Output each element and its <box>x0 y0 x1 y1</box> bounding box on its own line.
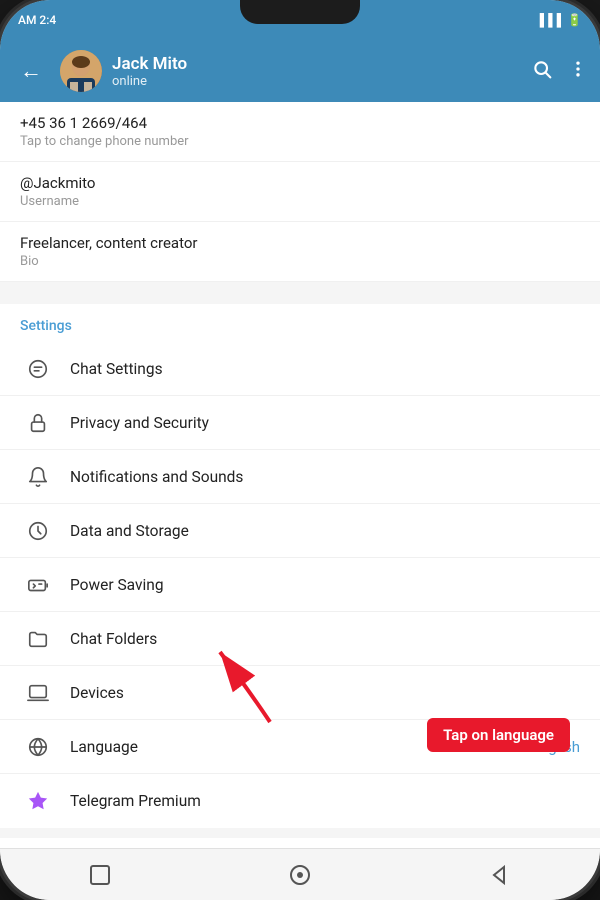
back-button[interactable]: ← <box>12 54 50 88</box>
privacy-security-item[interactable]: Privacy and Security <box>0 396 600 450</box>
home-button[interactable] <box>284 859 316 891</box>
phone-value: +45 36 1 2669/464 <box>20 114 580 132</box>
data-storage-label: Data and Storage <box>70 522 580 540</box>
chat-folders-label: Chat Folders <box>70 630 580 648</box>
header-username: Jack Mito <box>112 54 522 74</box>
privacy-security-label: Privacy and Security <box>70 414 580 432</box>
search-button[interactable] <box>532 59 552 84</box>
chat-icon <box>20 351 56 387</box>
phone-screen: AM 2:4 ▐▐▐ 🔋 ← <box>0 0 600 900</box>
notifications-sounds-label: Notifications and Sounds <box>70 468 580 486</box>
header-status: online <box>112 74 522 89</box>
header-actions <box>532 59 588 84</box>
chat-settings-label: Chat Settings <box>70 360 580 378</box>
square-button[interactable] <box>84 859 116 891</box>
avatar-image <box>60 50 102 92</box>
header-info: Jack Mito online <box>112 54 522 89</box>
username-row: @Jackmito Username <box>0 162 600 222</box>
status-right: ▐▐▐ 🔋 <box>536 13 582 27</box>
clock-icon <box>20 513 56 549</box>
content: +45 36 1 2669/464 Tap to change phone nu… <box>0 102 600 848</box>
username-label: Username <box>20 194 580 209</box>
bell-icon <box>20 459 56 495</box>
divider-2 <box>0 828 600 838</box>
power-saving-item[interactable]: Power Saving <box>0 558 600 612</box>
power-saving-label: Power Saving <box>70 576 580 594</box>
more-button[interactable] <box>568 59 588 84</box>
back-button-nav[interactable] <box>484 859 516 891</box>
phone-row: +45 36 1 2669/464 Tap to change phone nu… <box>0 102 600 162</box>
globe-icon <box>20 729 56 765</box>
lock-icon <box>20 405 56 441</box>
avatar <box>60 50 102 92</box>
help-section: Help Ask a Question <box>0 838 600 848</box>
battery-save-icon <box>20 567 56 603</box>
bio-value: Freelancer, content creator <box>20 234 580 252</box>
chat-folders-item[interactable]: Chat Folders <box>0 612 600 666</box>
laptop-icon <box>20 675 56 711</box>
battery-icon-status: 🔋 <box>567 13 582 27</box>
bio-row: Freelancer, content creator Bio <box>0 222 600 282</box>
chat-settings-item[interactable]: Chat Settings <box>0 342 600 396</box>
divider-1 <box>0 282 600 292</box>
status-bar: AM 2:4 ▐▐▐ 🔋 <box>0 0 600 40</box>
data-storage-item[interactable]: Data and Storage <box>0 504 600 558</box>
profile-section: +45 36 1 2669/464 Tap to change phone nu… <box>0 102 600 282</box>
devices-item[interactable]: Devices <box>0 666 600 720</box>
telegram-premium-item[interactable]: Telegram Premium <box>0 774 600 828</box>
notch <box>240 0 360 24</box>
language-label: Language <box>70 738 531 756</box>
devices-label: Devices <box>70 684 580 702</box>
notifications-sounds-item[interactable]: Notifications and Sounds <box>0 450 600 504</box>
settings-section-title: Settings <box>0 304 600 342</box>
language-item[interactable]: Language English <box>0 720 600 774</box>
telegram-premium-label: Telegram Premium <box>70 792 580 810</box>
username-value: @Jackmito <box>20 174 580 192</box>
phone-tap-hint[interactable]: Tap to change phone number <box>20 134 580 149</box>
bottom-nav <box>0 848 600 900</box>
folder-icon <box>20 621 56 657</box>
bio-label: Bio <box>20 254 580 269</box>
settings-section: Settings Chat Settings Privacy and Secur… <box>0 304 600 828</box>
phone-frame: AM 2:4 ▐▐▐ 🔋 ← <box>0 0 600 900</box>
header: ← Jack Mito online <box>0 40 600 102</box>
star-icon <box>20 783 56 819</box>
help-section-title: Help <box>0 838 600 848</box>
language-value: English <box>531 738 580 756</box>
status-time: AM 2:4 <box>18 13 56 27</box>
signal-icon: ▐▐▐ <box>536 13 562 27</box>
